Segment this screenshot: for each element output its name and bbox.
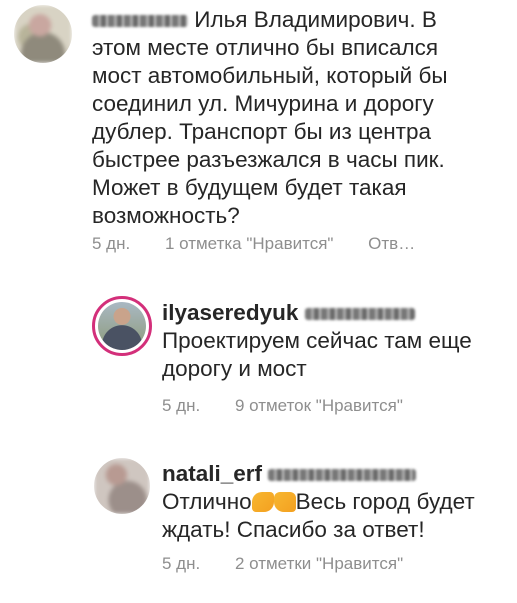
comment-likes[interactable]: 1 отметка "Нравится" [165,234,333,253]
avatar-image [98,302,146,350]
comment-line-8: возможность? [92,203,240,228]
blurred-username[interactable] [92,15,188,28]
comment-line-4: соединил ул. Мичурина и дорогу [92,91,434,116]
comment-line-5: дублер. Транспорт бы из центра [92,119,431,144]
comment-time[interactable]: 5 дн. [162,396,200,415]
comment-line-2: ждать! Спасибо за ответ! [162,517,425,542]
comment-line-6: быстрее разъезжался в часы пик. [92,147,445,172]
comment-line-2: дорогу и мост [162,356,307,381]
avatar-story-ring[interactable] [92,296,152,356]
comment-text: Илья Владимирович. В этом месте отлично … [92,6,502,230]
comment-meta: 5 дн. 1 отметка "Нравится" Отв… [92,234,445,254]
comment-likes[interactable]: 2 отметки "Нравится" [235,554,403,573]
username-link[interactable]: natali_erf [162,461,262,486]
handshake-emoji-icon [251,492,274,512]
avatar[interactable] [94,458,150,514]
avatar[interactable] [14,5,72,63]
comment-line-1: Илья Владимирович. В [194,7,437,32]
reply-button[interactable]: Отв… [368,234,415,253]
comment-meta: 5 дн. 2 отметки "Нравится" [162,554,433,574]
comment-line-2: этом месте отлично бы вписался [92,35,439,60]
comment-line-1: Отлично [162,489,252,514]
comment-line-7: Может в будущем будет такая [92,175,407,200]
avatar-image [94,458,150,514]
comment-likes[interactable]: 9 отметок "Нравится" [235,396,403,415]
comment-meta: 5 дн. 9 отметок "Нравится" [162,396,433,416]
comment-line-3: мост автомобильный, который бы [92,63,448,88]
avatar-image [14,5,72,63]
blurred-text [304,308,415,321]
comment-time[interactable]: 5 дн. [162,554,200,573]
blurred-text [268,469,417,482]
comment-time[interactable]: 5 дн. [92,234,130,253]
comment-line-1b: Весь город будет [295,489,475,514]
username-link[interactable]: ilyaseredyuk [162,300,298,325]
thumbs-up-emoji-icon [273,492,296,512]
comment-text: ilyaseredyuk Проектируем сейчас там еще … [162,299,502,383]
comment-line-1: Проектируем сейчас там еще [162,328,472,353]
comment-text: natali_erf Отлично Весь город будет ждать… [162,460,502,544]
